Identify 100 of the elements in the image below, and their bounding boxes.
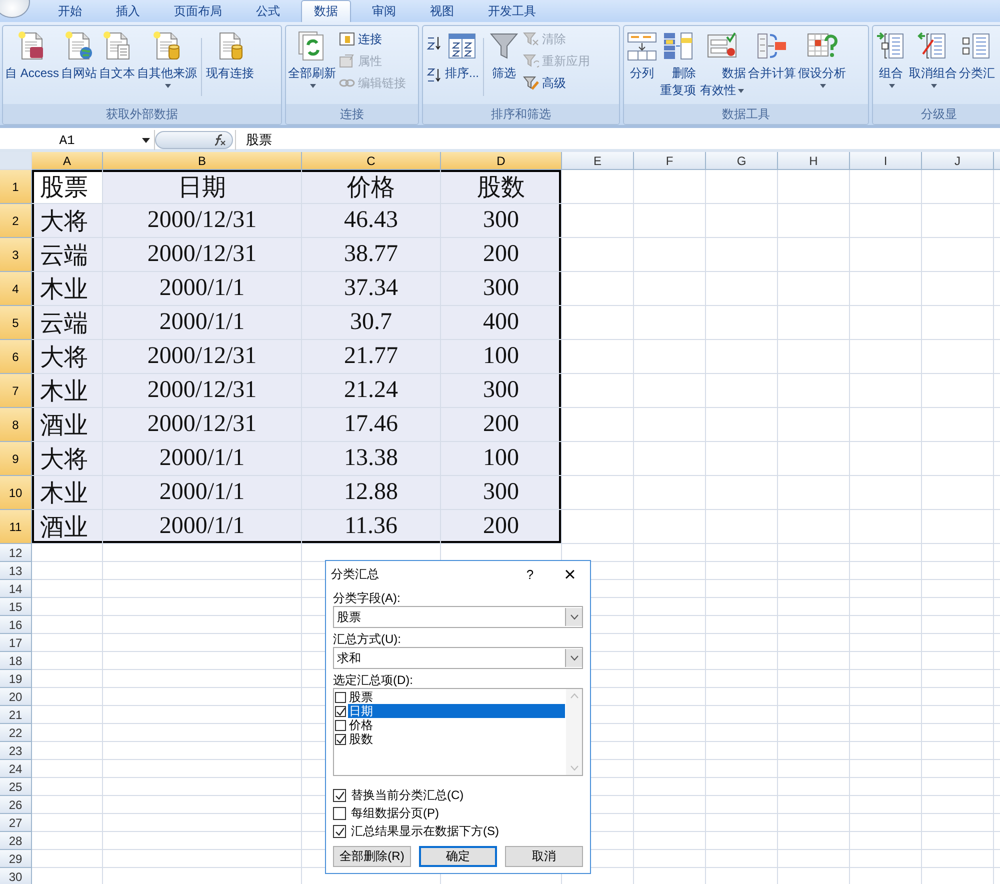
dropdown-field[interactable]: 求和	[333, 647, 583, 669]
table-cell: 2000/1/1	[103, 442, 302, 476]
row-header[interactable]: 2	[0, 204, 32, 238]
table-cell: 2000/1/1	[103, 476, 302, 510]
list-item[interactable]: 股数	[348, 732, 565, 746]
row-header[interactable]: 22	[0, 724, 32, 742]
table-cell: 大将	[32, 204, 103, 238]
table-cell: 37.34	[302, 272, 441, 306]
table-cell: 200	[441, 510, 562, 544]
row-header[interactable]: 14	[0, 580, 32, 598]
list-item[interactable]: 日期	[348, 704, 565, 718]
row-header[interactable]: 6	[0, 340, 32, 374]
ribbon-tab[interactable]: 开始	[45, 0, 95, 22]
column-header[interactable]: E	[562, 152, 634, 170]
row-header[interactable]: 20	[0, 688, 32, 706]
ribbon-button[interactable]: 假设分析	[797, 28, 847, 90]
ribbon-button[interactable]: 筛选	[487, 28, 522, 83]
column-header[interactable]: C	[302, 152, 441, 170]
ribbon-button[interactable]: 排序...	[444, 28, 480, 83]
list-item[interactable]: 股票	[348, 690, 565, 704]
column-header[interactable]: J	[922, 152, 994, 170]
row-header[interactable]: 9	[0, 442, 32, 476]
checkbox-label: 每组数据分页(P)	[351, 804, 439, 822]
ribbon-button[interactable]: 分类汇	[958, 28, 996, 83]
field-label: 选定汇总项(D):	[333, 673, 414, 688]
row-header[interactable]: 5	[0, 306, 32, 340]
table-cell: 酒业	[32, 510, 103, 544]
ribbon-button[interactable]: 合并计算	[747, 28, 797, 83]
table-cell: 12.88	[302, 476, 441, 510]
row-header[interactable]: 30	[0, 868, 32, 884]
ribbon-tab[interactable]: 审阅	[359, 0, 409, 22]
ribbon-button[interactable]: 自其他来源	[136, 28, 198, 90]
table-cell: 股数	[441, 170, 562, 204]
ribbon-button[interactable]: 连接	[337, 30, 408, 48]
name-box[interactable]: A1	[0, 130, 155, 150]
table-cell: 30.7	[302, 306, 441, 340]
column-header[interactable]: F	[634, 152, 706, 170]
ribbon-tab[interactable]: 视图	[417, 0, 467, 22]
ribbon-button[interactable]: 组合	[874, 28, 908, 90]
row-header[interactable]: 18	[0, 652, 32, 670]
dialog-button[interactable]: 取消	[505, 846, 583, 867]
ribbon-button[interactable]: 数据有效性	[697, 28, 747, 101]
row-header[interactable]: 4	[0, 272, 32, 306]
dropdown-field[interactable]: 股票	[333, 606, 583, 628]
table-cell: 38.77	[302, 238, 441, 272]
ribbon-button[interactable]: 取消组合	[908, 28, 958, 90]
list-item[interactable]: 价格	[348, 718, 565, 732]
ribbon-button[interactable]: 自网站	[60, 28, 98, 83]
row-header[interactable]: 1	[0, 170, 32, 204]
ribbon-tab[interactable]: 公式	[243, 0, 293, 22]
table-cell: 46.43	[302, 204, 441, 238]
column-header[interactable]: H	[778, 152, 850, 170]
row-header[interactable]: 19	[0, 670, 32, 688]
row-header[interactable]: 7	[0, 374, 32, 408]
ribbon-button[interactable]: 现有连接	[205, 28, 256, 83]
table-cell: 酒业	[32, 408, 103, 442]
row-header[interactable]: 29	[0, 850, 32, 868]
ribbon-tab[interactable]: 页面布局	[161, 0, 235, 22]
row-header[interactable]: 10	[0, 476, 32, 510]
ribbon-button[interactable]: 自 Access	[4, 28, 60, 83]
row-header[interactable]: 3	[0, 238, 32, 272]
row-header[interactable]: 23	[0, 742, 32, 760]
column-header[interactable]: D	[441, 152, 562, 170]
row-header[interactable]: 24	[0, 760, 32, 778]
row-header[interactable]: 25	[0, 778, 32, 796]
table-cell: 21.77	[302, 340, 441, 374]
row-header[interactable]: 28	[0, 832, 32, 850]
ribbon-button[interactable]: 删除重复项	[659, 28, 697, 101]
ribbon-tab[interactable]: 插入	[103, 0, 153, 22]
column-header[interactable]: B	[103, 152, 302, 170]
ribbon-tab[interactable]: 数据	[301, 0, 351, 22]
row-header[interactable]: 8	[0, 408, 32, 442]
row-header[interactable]: 17	[0, 634, 32, 652]
table-cell: 日期	[103, 170, 302, 204]
row-header[interactable]: 26	[0, 796, 32, 814]
column-header[interactable]: G	[706, 152, 778, 170]
table-cell: 100	[441, 340, 562, 374]
row-header[interactable]: 11	[0, 510, 32, 544]
row-header[interactable]: 16	[0, 616, 32, 634]
row-header[interactable]: 15	[0, 598, 32, 616]
dialog-button[interactable]: 确定	[419, 846, 497, 867]
table-cell: 300	[441, 476, 562, 510]
column-header[interactable]: I	[850, 152, 922, 170]
row-header[interactable]: 12	[0, 544, 32, 562]
group-label: 获取外部数据	[3, 104, 281, 124]
ribbon-button[interactable]: 全部刷新	[287, 28, 337, 90]
formula-field[interactable]: 股票	[235, 130, 1000, 150]
ribbon-button[interactable]: 自文本	[98, 28, 136, 83]
ribbon-button[interactable]: 分列	[625, 28, 659, 83]
ribbon-button[interactable]: 高级	[521, 74, 592, 92]
row-header[interactable]: 21	[0, 706, 32, 724]
table-cell: 股票	[32, 170, 103, 204]
dialog-button[interactable]: 全部删除(R)	[333, 846, 411, 867]
table-cell: 11.36	[302, 510, 441, 544]
row-header[interactable]: 27	[0, 814, 32, 832]
row-header[interactable]: 13	[0, 562, 32, 580]
column-header[interactable]: A	[32, 152, 103, 170]
close-button[interactable]: ×	[550, 564, 590, 584]
help-button[interactable]: ?	[510, 566, 550, 582]
ribbon-tab[interactable]: 开发工具	[475, 0, 549, 22]
